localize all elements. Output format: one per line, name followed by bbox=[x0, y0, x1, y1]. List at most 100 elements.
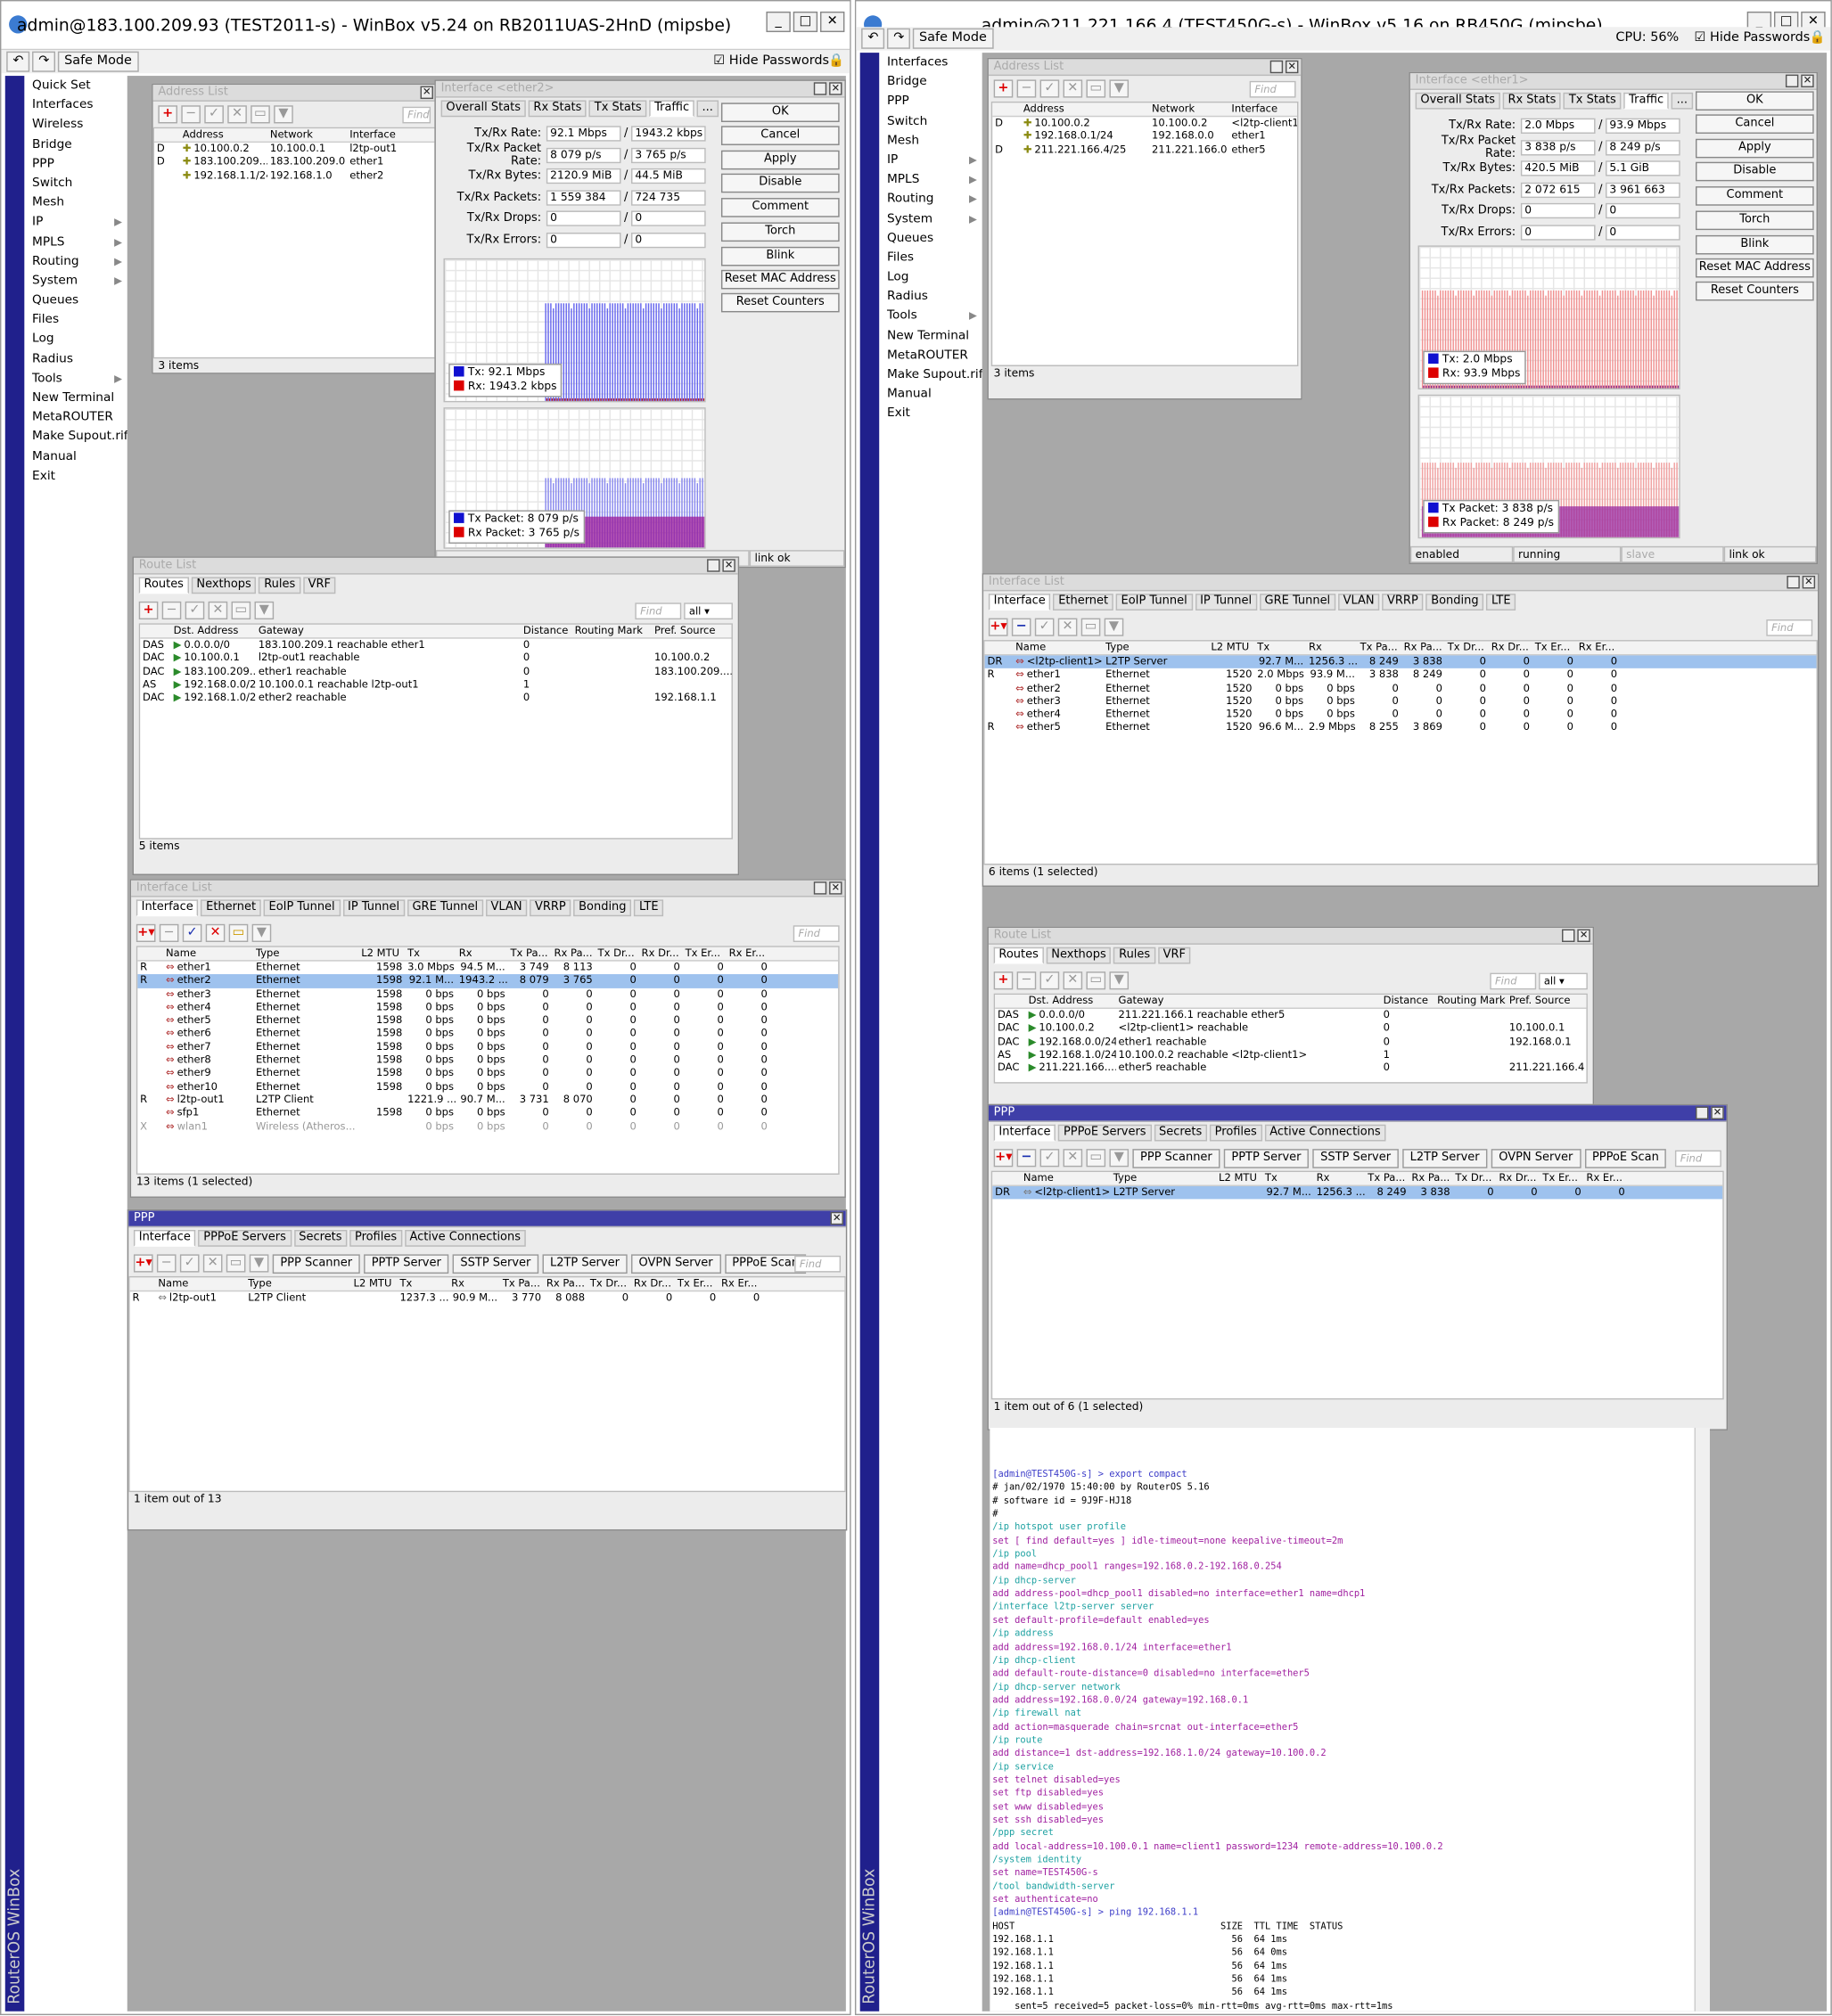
column-header-interface[interactable]: Interface bbox=[1229, 102, 1297, 115]
close-icon[interactable]: ✕ bbox=[1802, 576, 1816, 589]
column-header-tx[interactable]: Tx bbox=[1254, 642, 1306, 654]
ok-button[interactable]: OK bbox=[1695, 91, 1814, 111]
comment-icon[interactable]: ▭ bbox=[251, 105, 270, 124]
menu-item-exit[interactable]: Exit bbox=[24, 466, 127, 486]
column-header-type[interactable]: Type bbox=[1111, 1172, 1216, 1184]
column-header-rx-er-[interactable]: Rx Er... bbox=[719, 1277, 762, 1290]
column-header-rx-pa-[interactable]: Rx Pa... bbox=[552, 947, 596, 960]
ppp-scanner-button[interactable]: PPP Scanner bbox=[272, 1253, 360, 1274]
remove-icon[interactable]: − bbox=[1011, 618, 1031, 636]
menu-item-log[interactable]: Log bbox=[879, 267, 982, 287]
column-header-distance[interactable]: Distance bbox=[1381, 995, 1435, 1007]
menu-item-exit[interactable]: Exit bbox=[879, 404, 982, 423]
column-header-tx-dr-[interactable]: Tx Dr... bbox=[596, 947, 639, 960]
tab-overall-stats[interactable]: Overall Stats bbox=[440, 100, 526, 118]
enable-icon[interactable]: ✓ bbox=[204, 105, 224, 124]
tab-vrf[interactable]: VRF bbox=[302, 577, 336, 594]
tab-routes[interactable]: Routes bbox=[993, 947, 1044, 964]
menu-item-radius[interactable]: Radius bbox=[24, 349, 127, 369]
rx-value[interactable]: 8 249 p/s bbox=[1606, 139, 1680, 156]
tab-routes[interactable]: Routes bbox=[138, 577, 189, 594]
safe-mode-button[interactable]: Safe Mode bbox=[57, 51, 139, 72]
menu-item-interfaces[interactable]: Interfaces bbox=[24, 95, 127, 115]
add-icon[interactable]: + bbox=[138, 601, 159, 620]
table-row[interactable]: ⇔ ether6 Ethernet 1598 0 bps 0 bps 0 0 0 0 0 0 bbox=[137, 1028, 838, 1041]
tab-traffic[interactable]: Traffic bbox=[649, 100, 694, 118]
ovpn-server-button[interactable]: OVPN Server bbox=[1491, 1148, 1581, 1168]
blink-button[interactable]: Blink bbox=[720, 246, 840, 266]
menu-item-ppp[interactable]: PPP bbox=[24, 154, 127, 174]
find-input[interactable]: Find bbox=[1249, 80, 1296, 97]
tab-pppoe-servers[interactable]: PPPoE Servers bbox=[198, 1229, 292, 1247]
sstp-server-button[interactable]: SSTP Server bbox=[1312, 1148, 1399, 1168]
tab-rx-stats[interactable]: Rx Stats bbox=[528, 100, 587, 118]
table-row[interactable]: ⇔ ether2 Ethernet 1520 0 bps 0 bps 0 0 0 0 0 0 bbox=[985, 682, 1817, 695]
maximize-icon[interactable] bbox=[1785, 74, 1799, 88]
reset-mac-address-button[interactable]: Reset MAC Address bbox=[720, 269, 840, 290]
ovpn-server-button[interactable]: OVPN Server bbox=[630, 1253, 721, 1274]
maximize-icon[interactable] bbox=[1562, 929, 1575, 942]
column-header-rx-pa-[interactable]: Rx Pa... bbox=[1401, 642, 1445, 654]
close-icon[interactable]: ✕ bbox=[830, 1211, 843, 1225]
menu-item-manual[interactable]: Manual bbox=[879, 384, 982, 404]
filter-icon[interactable]: ▼ bbox=[1104, 618, 1124, 636]
close-icon[interactable]: ✕ bbox=[829, 881, 842, 895]
tab-vrf[interactable]: VRF bbox=[1157, 947, 1191, 964]
column-header-l2-mtu[interactable]: L2 MTU bbox=[351, 1277, 398, 1290]
find-input[interactable]: Find bbox=[1766, 619, 1813, 636]
tx-value[interactable]: 92.1 Mbps bbox=[546, 126, 621, 142]
tab-vrrp[interactable]: VRRP bbox=[530, 899, 571, 917]
blink-button[interactable]: Blink bbox=[1695, 234, 1814, 255]
tab-interface[interactable]: Interface bbox=[993, 1124, 1056, 1142]
cancel-button[interactable]: Cancel bbox=[1695, 114, 1814, 134]
close-icon[interactable]: ✕ bbox=[1711, 1106, 1724, 1119]
comment-icon[interactable]: ▭ bbox=[1086, 971, 1106, 990]
filter-icon[interactable]: ▼ bbox=[254, 601, 275, 620]
menu-item-queues[interactable]: Queues bbox=[879, 228, 982, 248]
tx-value[interactable]: 0 bbox=[546, 210, 621, 227]
add-icon[interactable]: +▾ bbox=[993, 1149, 1014, 1168]
pptp-server-button[interactable]: PPTP Server bbox=[1223, 1148, 1310, 1168]
menu-item-switch[interactable]: Switch bbox=[24, 174, 127, 193]
tab-pppoe-servers[interactable]: PPPoE Servers bbox=[1058, 1124, 1152, 1142]
column-header-dst-address[interactable]: Dst. Address bbox=[171, 625, 256, 637]
tab-ip-tunnel[interactable]: IP Tunnel bbox=[1195, 594, 1257, 611]
column-header-tx-pa-[interactable]: Tx Pa... bbox=[1365, 1172, 1409, 1184]
comment-icon[interactable]: ▭ bbox=[1080, 618, 1101, 636]
column-header-gateway[interactable]: Gateway bbox=[256, 625, 521, 637]
menu-item-quick-set[interactable]: Quick Set bbox=[24, 76, 127, 95]
table-row[interactable]: AS ▶ 192.168.0.0/24 10.100.0.1 reachable l2… bbox=[140, 678, 731, 692]
disable-button[interactable]: Disable bbox=[720, 173, 840, 193]
column-header-rx[interactable]: Rx bbox=[456, 947, 508, 960]
column-header-tx-er-[interactable]: Tx Er... bbox=[1540, 1172, 1584, 1184]
tab-eoip-tunnel[interactable]: EoIP Tunnel bbox=[263, 899, 341, 917]
column-header-name[interactable]: Name bbox=[163, 947, 253, 960]
enable-icon[interactable]: ✓ bbox=[185, 601, 205, 620]
undo-icon[interactable]: ↶ bbox=[861, 28, 885, 49]
disable-icon[interactable]: ✕ bbox=[1057, 618, 1078, 636]
menu-item-new-terminal[interactable]: New Terminal bbox=[24, 388, 127, 407]
comment-icon[interactable]: ▭ bbox=[231, 601, 251, 620]
l2tp-server-button[interactable]: L2TP Server bbox=[542, 1253, 628, 1274]
tx-value[interactable]: 2 072 615 bbox=[1520, 182, 1596, 198]
menu-item-tools[interactable]: Tools ▶ bbox=[24, 369, 127, 389]
menu-item-tools[interactable]: Tools ▶ bbox=[879, 307, 982, 326]
column-header-name[interactable]: Name bbox=[1021, 1172, 1111, 1184]
disable-icon[interactable]: ✕ bbox=[1063, 1149, 1083, 1168]
rx-value[interactable]: 5.1 GiB bbox=[1606, 160, 1680, 176]
menu-item-metarouter[interactable]: MetaROUTER bbox=[879, 346, 982, 365]
column-header-rx-pa-[interactable]: Rx Pa... bbox=[544, 1277, 587, 1290]
menu-item-mpls[interactable]: MPLS ▶ bbox=[879, 170, 982, 190]
column-header-interface[interactable]: Interface bbox=[347, 128, 422, 141]
add-icon[interactable]: +▾ bbox=[136, 923, 156, 942]
tab-rx-stats[interactable]: Rx Stats bbox=[1502, 92, 1562, 110]
column-header-network[interactable]: Network bbox=[1149, 102, 1228, 115]
rx-value[interactable]: 1943.2 kbps bbox=[631, 126, 706, 142]
maximize-icon[interactable] bbox=[707, 559, 720, 572]
table-row[interactable]: ⇔ ether3 Ethernet 1520 0 bps 0 bps 0 0 0 0 0 0 bbox=[985, 695, 1817, 709]
table-row[interactable]: DAC ▶ 192.168.1.0/24 ether2 reachable 0 192.1… bbox=[140, 692, 731, 705]
filter-icon[interactable]: ▼ bbox=[274, 105, 293, 124]
filter-icon[interactable]: ▼ bbox=[1109, 1149, 1130, 1168]
maximize-icon[interactable] bbox=[813, 82, 827, 95]
enable-icon[interactable]: ✓ bbox=[1039, 971, 1060, 990]
